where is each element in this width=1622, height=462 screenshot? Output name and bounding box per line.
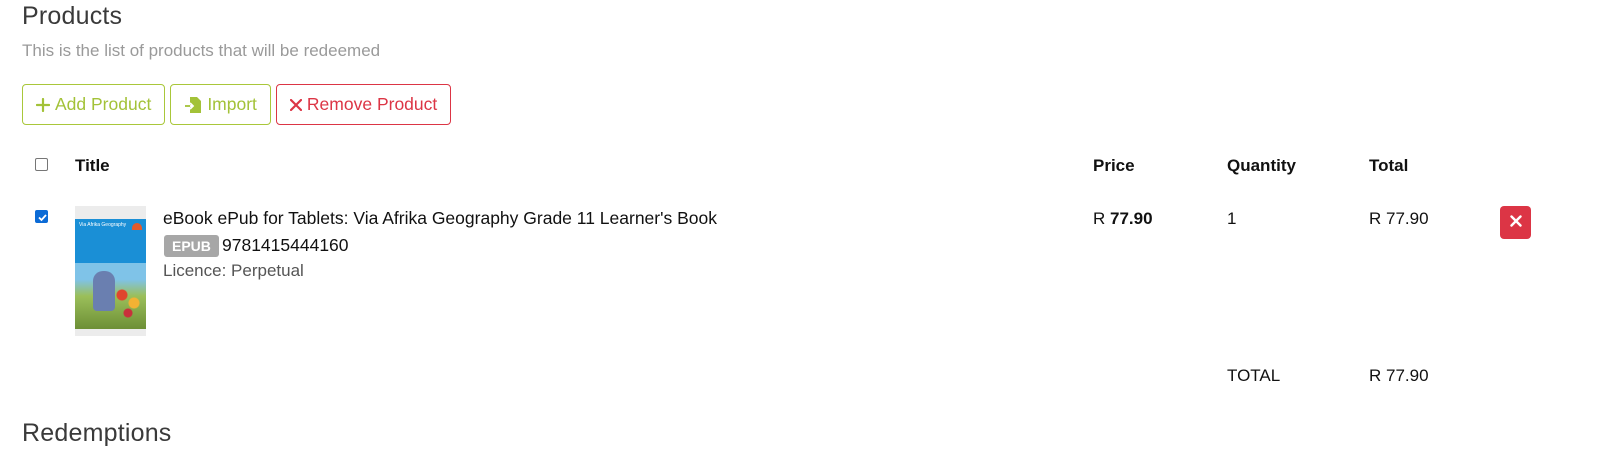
price-currency: R [1093, 209, 1106, 228]
delete-row-button[interactable] [1500, 206, 1531, 239]
grand-total-value: R 77.90 [1369, 366, 1429, 385]
redemptions-heading: Redemptions [22, 419, 172, 447]
book-cover-image: Via Afrika Geography [75, 219, 146, 329]
price-amount: 77.90 [1110, 209, 1153, 228]
book-cover-thumbnail: Via Afrika Geography [75, 206, 146, 336]
x-icon [1509, 214, 1522, 232]
product-price: R 77.90 [1093, 209, 1153, 229]
grand-total-label: TOTAL [1227, 366, 1281, 385]
add-product-label: Add Product [55, 94, 152, 114]
add-product-button[interactable]: Add Product [22, 84, 166, 125]
cover-flowers [113, 279, 143, 319]
product-total: R 77.90 [1369, 209, 1429, 228]
publisher-logo [132, 223, 142, 230]
column-header-total[interactable]: Total [1369, 156, 1408, 176]
product-title: eBook ePub for Tablets: Via Afrika Geogr… [163, 208, 717, 228]
cover-title-text: Via Afrika Geography [79, 222, 127, 228]
column-header-price[interactable]: Price [1093, 156, 1135, 176]
format-badge: EPUB [164, 235, 219, 257]
column-header-title[interactable]: Title [75, 156, 110, 176]
products-subtitle: This is the list of products that will b… [22, 41, 381, 60]
plus-icon [36, 97, 50, 112]
x-icon [289, 98, 302, 111]
remove-product-button[interactable]: Remove Product [275, 84, 452, 125]
product-quantity: 1 [1227, 209, 1237, 228]
select-all-checkbox[interactable] [35, 158, 48, 171]
file-import-icon [184, 96, 202, 114]
products-toolbar: Add Product Import Remove Product [22, 84, 452, 125]
product-isbn: 9781415444160 [222, 235, 349, 255]
row-checkbox[interactable] [35, 210, 48, 223]
remove-product-label: Remove Product [306, 94, 438, 114]
import-label: Import [207, 94, 257, 114]
import-button[interactable]: Import [170, 84, 271, 125]
cover-figure [93, 271, 115, 311]
product-licence: Licence: Perpetual [163, 261, 304, 280]
column-header-quantity[interactable]: Quantity [1227, 156, 1296, 176]
products-heading: Products [22, 2, 123, 30]
